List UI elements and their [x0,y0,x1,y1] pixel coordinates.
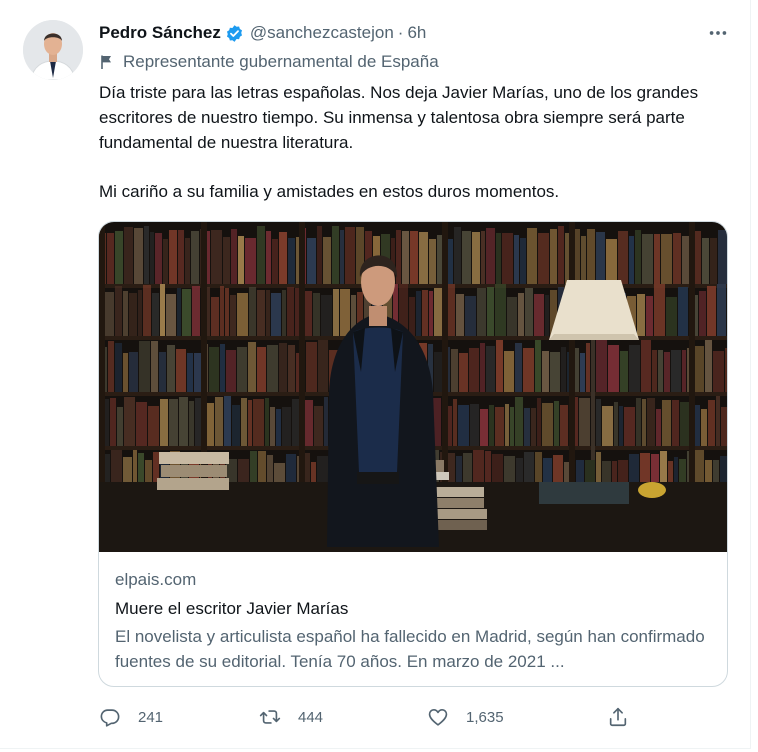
retweet-button[interactable]: 444 [259,704,323,730]
tweet-paragraph: Día triste para las letras españolas. No… [99,83,699,152]
share-button[interactable] [607,704,629,730]
tweet-container: Pedro Sánchez @sanchezcastejon · 6h Repr… [0,0,751,749]
like-button[interactable]: 1,635 [427,704,504,730]
government-label-text: Representante gubernamental de España [123,52,439,71]
header-separator: · [397,23,404,42]
link-card[interactable]: elpais.com Muere el escritor Javier Marí… [98,221,728,687]
card-title: Muere el escritor Javier Marías [115,599,349,618]
tweet-paragraph: Mi cariño a su familia y amistades en es… [99,182,560,201]
tweet-header: Pedro Sánchez @sanchezcastejon · 6h [99,22,426,44]
tweet-text: Día triste para las letras españolas. No… [99,80,739,204]
verified-badge-icon [225,24,244,43]
share-icon [607,706,629,728]
reply-icon [99,706,121,728]
flag-icon [99,54,115,70]
card-description: El novelista y articulista español ha fa… [115,627,705,671]
tweet-actions: 241 444 1,635 [99,704,639,730]
retweet-count: 444 [298,708,324,726]
government-label[interactable]: Representante gubernamental de España [99,51,439,73]
like-count: 1,635 [466,708,504,726]
avatar[interactable] [23,20,83,80]
more-options-button[interactable] [704,22,732,44]
more-horizontal-icon [709,31,727,35]
card-body: elpais.com Muere el escritor Javier Marí… [115,568,711,674]
reply-button[interactable]: 241 [99,704,163,730]
avatar-photo [23,20,83,80]
heart-icon [427,706,449,728]
tweet-time[interactable]: 6h [407,23,426,43]
card-domain: elpais.com [115,570,197,589]
retweet-icon [259,706,281,728]
card-image [99,222,727,552]
author-name[interactable]: Pedro Sánchez [99,23,221,43]
author-handle[interactable]: @sanchezcastejon [250,23,394,43]
reply-count: 241 [138,708,164,726]
